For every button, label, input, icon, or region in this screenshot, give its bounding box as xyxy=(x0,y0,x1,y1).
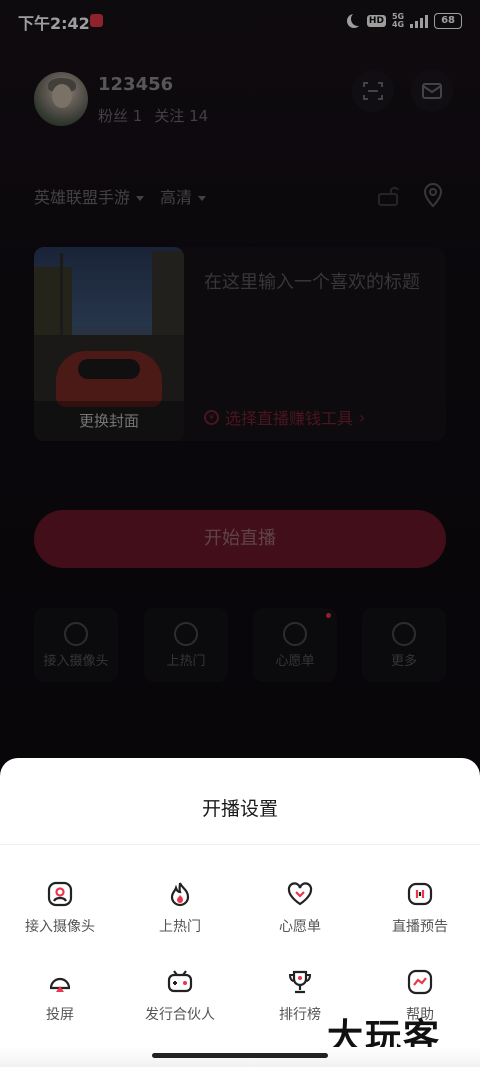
help-icon xyxy=(407,969,433,995)
option-cast[interactable]: 投屏 xyxy=(0,968,120,1024)
option-partner[interactable]: 发行合伙人 xyxy=(120,968,240,1024)
heart-icon xyxy=(287,882,313,906)
option-wishlist[interactable]: 心愿单 xyxy=(240,880,360,936)
home-indicator[interactable] xyxy=(152,1053,328,1058)
option-preview[interactable]: 直播预告 xyxy=(360,880,480,936)
sheet-title: 开播设置 xyxy=(201,798,278,820)
cast-icon xyxy=(49,977,71,992)
trophy-icon xyxy=(288,970,312,994)
gamepad-icon xyxy=(167,970,193,993)
divider xyxy=(0,844,480,845)
camera-icon xyxy=(47,881,73,907)
option-camera[interactable]: 接入摄像头 xyxy=(0,880,120,936)
flame-icon xyxy=(170,882,190,907)
option-hot[interactable]: 上热门 xyxy=(120,880,240,936)
preview-icon xyxy=(407,882,433,906)
